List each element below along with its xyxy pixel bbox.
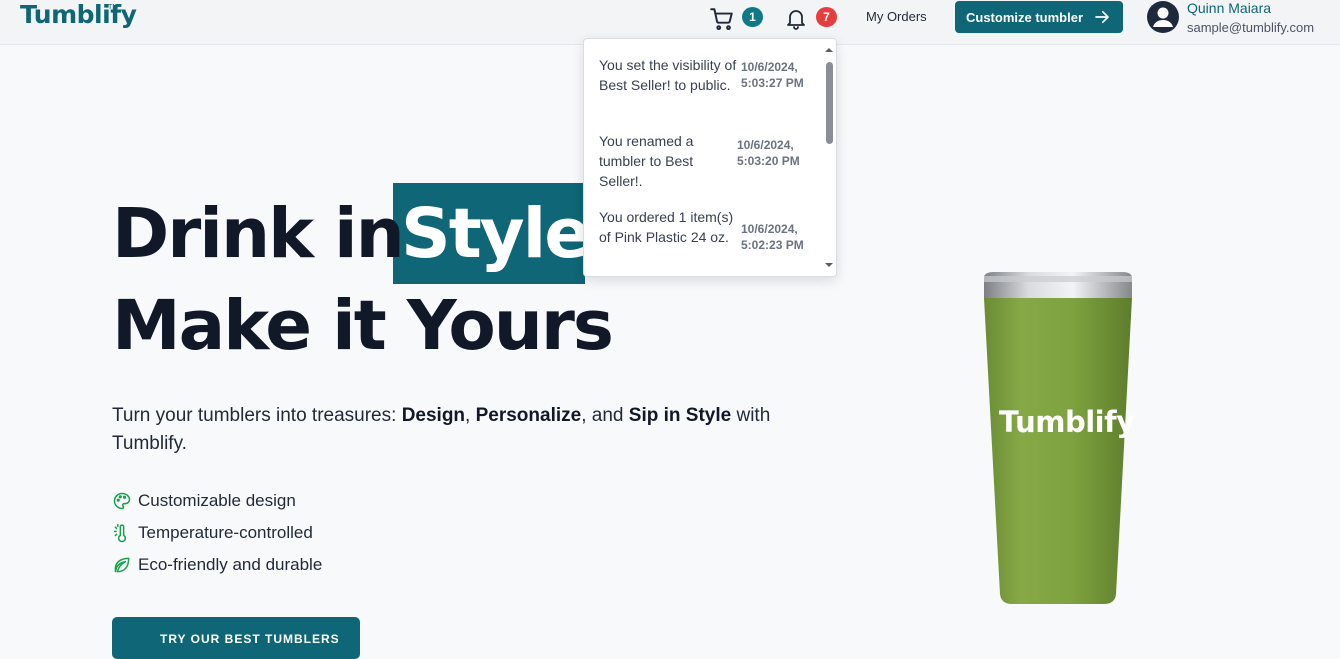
feature-label: Eco-friendly and durable: [138, 555, 323, 574]
subtitle-text: , and: [581, 405, 629, 426]
notification-message: You set the visibility of Best Seller! t…: [599, 57, 737, 93]
feature-label: Customizable design: [138, 491, 296, 510]
leaf-icon: [114, 557, 130, 573]
customize-tumbler-label: Customize tumbler: [966, 9, 1084, 25]
notification-message: You ordered 1 item(s) of Pink Plastic 24…: [599, 209, 734, 245]
subtitle-personalize: Personalize: [475, 405, 582, 426]
thermometer-icon: [113, 523, 127, 543]
avatar[interactable]: [1147, 1, 1179, 33]
notifications-button[interactable]: 7: [784, 6, 840, 32]
hero-title-line2: Make it Yours: [112, 286, 614, 366]
hero-title-line1: Drink in: [112, 194, 405, 274]
scrollbar-thumb[interactable]: [826, 62, 833, 144]
palette-icon: [113, 492, 131, 510]
notification-item[interactable]: You renamed a tumbler to Best Seller!. 1…: [599, 131, 824, 197]
feature-item: Eco-friendly and durable: [112, 554, 322, 576]
my-orders-link[interactable]: My Orders: [866, 9, 927, 24]
customize-tumbler-button[interactable]: Customize tumbler: [955, 1, 1123, 33]
try-best-tumblers-label: TRY OUR BEST TUMBLERS: [160, 632, 340, 646]
logo[interactable]: Tumblify: [20, 0, 137, 29]
notification-time: 10/6/2024, 5:03:20 PM: [737, 138, 800, 168]
notification-message: You renamed a tumbler to Best Seller!.: [599, 133, 694, 189]
notification-item[interactable]: You ordered 1 item(s) of Pink Plastic 24…: [599, 207, 824, 273]
feature-item: Customizable design: [112, 490, 296, 512]
subtitle-text: Turn your tumblers into treasures:: [112, 405, 402, 426]
feature-label: Temperature-controlled: [138, 523, 313, 542]
notification-time: 10/6/2024, 5:02:23 PM: [741, 222, 804, 252]
user-name[interactable]: Quinn Maiara: [1187, 0, 1271, 16]
subtitle-design: Design: [401, 405, 466, 426]
bell-icon: [787, 10, 805, 30]
notification-time: 10/6/2024, 5:03:27 PM: [741, 60, 804, 90]
tumbler-brand-text: Tumblify: [999, 405, 1135, 439]
scroll-up-arrow-icon[interactable]: [823, 45, 835, 55]
cart-icon: [710, 8, 733, 31]
scroll-down-arrow-icon[interactable]: [823, 260, 835, 270]
subtitle-text: ,: [465, 405, 476, 426]
cart-button[interactable]: 1: [709, 6, 765, 32]
user-icon: [1153, 7, 1173, 27]
subtitle-sip: Sip in Style: [628, 405, 732, 426]
notification-item[interactable]: You set the visibility of Best Seller! t…: [599, 55, 824, 121]
feature-item: Temperature-controlled: [112, 522, 313, 544]
cart-count-badge: 1: [742, 7, 763, 27]
hero-title-highlight: Style: [401, 194, 591, 274]
scrollbar[interactable]: [823, 43, 835, 272]
logo-trademark: TM: [108, 4, 119, 11]
hero-subtitle: Turn your tumblers into treasures: Desig…: [112, 402, 812, 458]
user-email: sample@tumblify.com: [1187, 20, 1315, 35]
arrow-right-icon: [1095, 10, 1109, 24]
try-best-tumblers-button[interactable]: TRY OUR BEST TUMBLERS: [112, 617, 360, 659]
notifications-dropdown[interactable]: You set the visibility of Best Seller! t…: [583, 38, 837, 277]
notification-count-badge: 7: [816, 7, 837, 27]
